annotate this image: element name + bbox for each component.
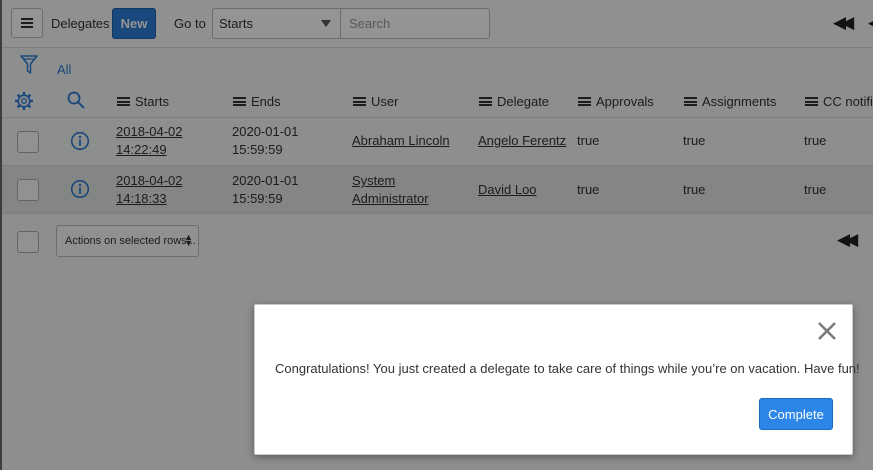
congratulations-modal: Congratulations! You just created a dele… bbox=[254, 304, 860, 455]
close-icon[interactable] bbox=[817, 321, 837, 341]
modal-message: Congratulations! You just created a dele… bbox=[275, 361, 860, 376]
complete-button[interactable]: Complete bbox=[759, 398, 833, 430]
